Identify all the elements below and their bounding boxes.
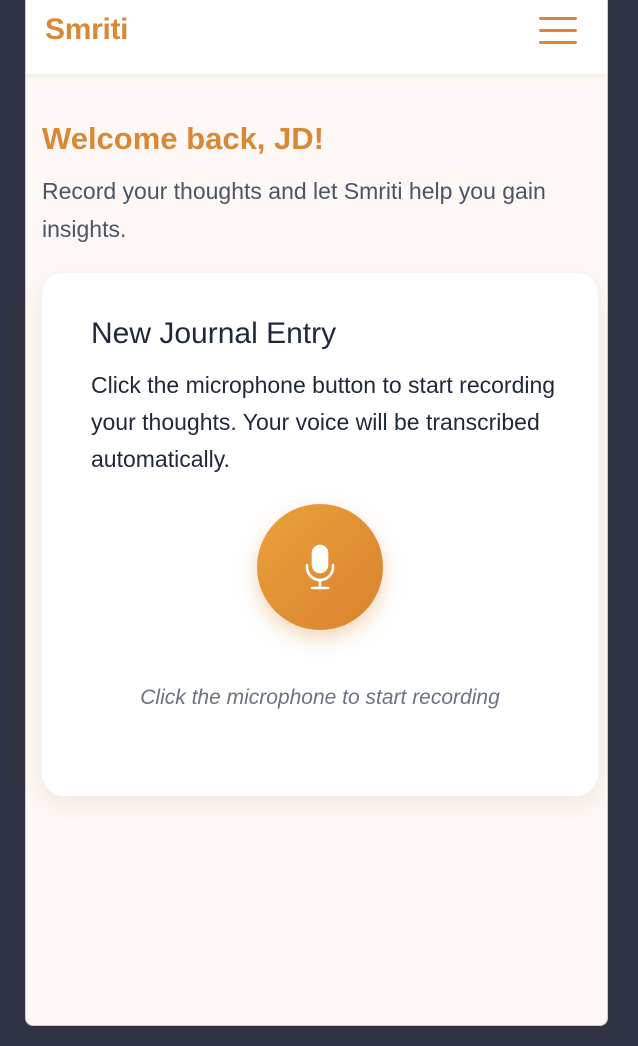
brand-logo[interactable]: Smriti (45, 13, 129, 47)
recording-hint: Click the microphone to start recording (140, 686, 500, 709)
journal-entry-card: New Journal Entry Click the microphone b… (42, 273, 598, 796)
record-button[interactable] (257, 504, 383, 630)
card-description: Click the microphone button to start rec… (91, 372, 556, 472)
menu-line (539, 17, 577, 20)
hamburger-menu-icon[interactable] (539, 15, 577, 47)
menu-line (539, 29, 577, 32)
welcome-heading: Welcome back, JD! (42, 121, 324, 156)
top-navbar: Smriti (26, 0, 607, 74)
microphone-icon (305, 544, 335, 590)
menu-line (539, 41, 577, 44)
app-window: Smriti Welcome back, JD! Record your tho… (25, 0, 608, 1026)
welcome-subtitle: Record your thoughts and let Smriti help… (42, 178, 546, 242)
card-title: New Journal Entry (91, 317, 337, 350)
